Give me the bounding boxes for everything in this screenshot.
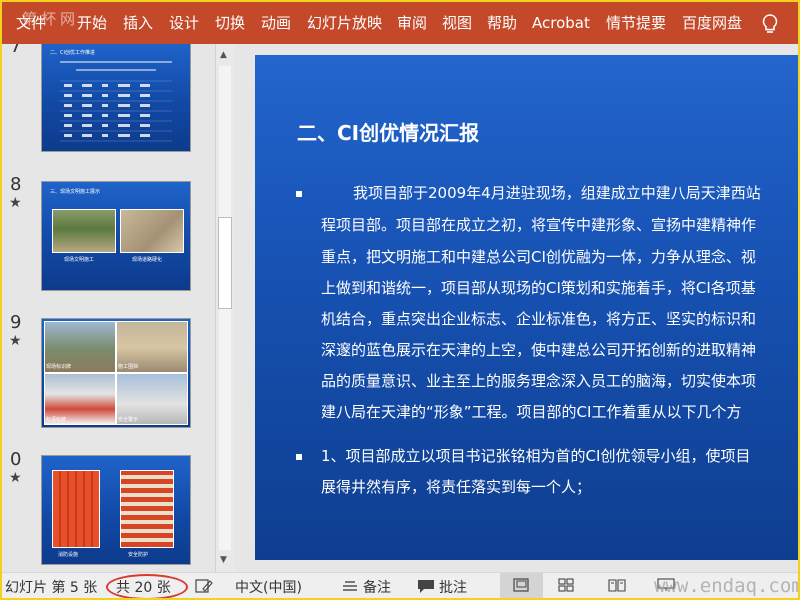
thumbnail-slide-7[interactable]: 二、CI创优工作推进	[41, 44, 191, 152]
slide-text-line: 展得井然有序，将责任落实到每一个人；	[321, 478, 592, 496]
watermark-url: www.endaq.com	[654, 575, 800, 597]
slide-text-line: 1、项目部成立以项目书记张铭相为首的CI创优领导小组，使项目	[321, 447, 751, 465]
slide-text-line: 品的质量意识、业主至上的服务理念深入员工的脑海，切实使本项	[321, 372, 757, 390]
animation-star-icon: ★	[9, 333, 22, 349]
slide-canvas[interactable]: 二、CI创优情况汇报 我项目部于2009年4月进驻现场，组建成立中建八局天津西站…	[255, 55, 798, 560]
thumbnail-photo-label: 现场标识牌	[46, 364, 72, 370]
slide-sorter-icon[interactable]	[558, 578, 574, 592]
powerpoint-window: 第杯网 文件 开始 插入 设计 切换 动画 幻灯片放映 审阅 视图 帮助 Acr…	[0, 0, 800, 600]
status-bar: 幻灯片 第 5 张 共 20 张 中文(中国) 备注 批注 www.endaq.…	[2, 572, 800, 598]
tab-slideshow[interactable]: 幻灯片放映	[307, 2, 382, 44]
lightbulb-icon[interactable]	[760, 13, 780, 35]
tab-baidu-netdisk[interactable]: 百度网盘	[682, 2, 742, 44]
notes-icon[interactable]	[342, 580, 358, 592]
slide-text-line: 上做到和谐统一，项目部从现场的CI策划和实施着手，将CI各项基	[321, 279, 756, 297]
thumbnail-photo	[120, 470, 174, 548]
thumbnail-number: 7	[10, 44, 22, 57]
scroll-thumb[interactable]	[218, 217, 232, 309]
notes-button[interactable]: 备注	[363, 577, 391, 597]
thumbnail-photo-label: 安全警示	[118, 417, 139, 423]
slide-text-line: 机结合，重点突出企业标志、企业标准色，将方正、坚实的标识和	[321, 310, 757, 328]
tab-view[interactable]: 视图	[442, 2, 472, 44]
thumbnail-photo-label: 现场道路硬化	[132, 257, 163, 263]
thumbnail-photo	[120, 209, 184, 253]
thumbnail-table	[60, 80, 172, 142]
thumbnail-slide-9[interactable]: 现场标识牌 施工围挡 标语标牌 安全警示	[41, 318, 191, 428]
highlight-circle	[106, 574, 188, 598]
slide-text-line: 我项目部于2009年4月进驻现场，组建成立中建八局天津西站	[353, 184, 761, 202]
reading-view-icon[interactable]	[608, 578, 626, 592]
slide-text-line: 重点，把文明施工和中建总公司CI创优融为一体，力争从理念、视	[321, 248, 756, 266]
tab-home[interactable]: 开始	[77, 2, 107, 44]
thumbnail-number: 0	[10, 449, 22, 470]
ribbon-tab-bar: 第杯网 文件 开始 插入 设计 切换 动画 幻灯片放映 审阅 视图 帮助 Acr…	[2, 2, 798, 44]
slide-thumbnail-pane[interactable]: 7 二、CI创优工作推进 8 ★ 三、现场文明施工展示 现场文明施工 现场道路硬…	[2, 44, 215, 572]
thumbnail-scrollbar[interactable]: ▲ ▼	[215, 44, 235, 572]
tab-help[interactable]: 帮助	[487, 2, 517, 44]
thumbnail-title: 三、现场文明施工展示	[50, 189, 101, 195]
thumbnail-photo	[52, 209, 116, 253]
accessibility-check-icon[interactable]	[195, 578, 213, 594]
thumbnail-photo-label: 标语标牌	[46, 417, 67, 423]
slide-position-label: 幻灯片 第 5 张	[5, 580, 98, 596]
thumbnail-photo-label: 消防设施	[58, 552, 79, 558]
thumbnail-slide-10[interactable]: 消防设施 安全防护	[41, 455, 191, 565]
bullet-icon	[296, 191, 302, 197]
thumbnail-photo-label: 安全防护	[128, 552, 149, 558]
animation-star-icon: ★	[9, 470, 22, 486]
normal-view-icon	[513, 578, 529, 592]
tab-transitions[interactable]: 切换	[215, 2, 245, 44]
slide-title[interactable]: 二、CI创优情况汇报	[297, 117, 479, 146]
comments-button[interactable]: 批注	[439, 577, 467, 597]
thumbnail-subtitle-line	[60, 61, 172, 63]
tab-animations[interactable]: 动画	[261, 2, 291, 44]
language-indicator[interactable]: 中文(中国)	[235, 577, 302, 597]
thumbnail-slide-8[interactable]: 三、现场文明施工展示 现场文明施工 现场道路硬化	[41, 181, 191, 291]
bullet-icon	[296, 454, 302, 460]
animation-star-icon: ★	[9, 195, 22, 211]
thumbnail-number: 8	[10, 174, 22, 195]
thumbnail-number: 9	[10, 312, 22, 333]
scroll-down-icon[interactable]: ▼	[220, 555, 227, 565]
tab-acrobat[interactable]: Acrobat	[532, 2, 590, 44]
thumbnail-subtitle-line	[76, 69, 156, 71]
tab-review[interactable]: 审阅	[397, 2, 427, 44]
slide-text-line: 建八局在天津的“形象”工程。项目部的CI工作着重从以下几个方	[321, 403, 742, 421]
slide-text-line: 程项目部。项目部在成立之初，将宣传中建形象、宣扬中建精神作	[321, 216, 757, 234]
thumbnail-photo	[52, 470, 100, 548]
comments-icon[interactable]	[417, 579, 435, 594]
tab-insert[interactable]: 插入	[123, 2, 153, 44]
tab-storyboard[interactable]: 情节提要	[606, 2, 666, 44]
normal-view-button[interactable]	[500, 573, 543, 598]
thumbnail-title: 二、CI创优工作推进	[50, 50, 95, 56]
tab-file[interactable]: 文件	[16, 2, 46, 44]
thumbnail-photo-label: 现场文明施工	[64, 257, 95, 263]
thumbnail-photo-label: 施工围挡	[118, 364, 139, 370]
slide-text-line: 深邃的蓝色展示在天津的上空，使中建总公司开拓创新的进取精神	[321, 341, 757, 359]
tab-design[interactable]: 设计	[169, 2, 199, 44]
scroll-up-icon[interactable]: ▲	[220, 50, 227, 60]
